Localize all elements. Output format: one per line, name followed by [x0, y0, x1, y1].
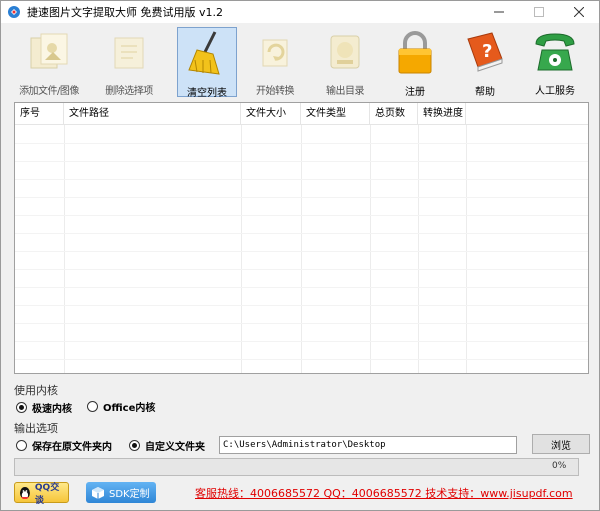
column-header-path[interactable]: 文件路径 — [64, 103, 241, 125]
radio-checked-icon — [16, 402, 27, 413]
conversion-progress-bar — [14, 458, 579, 476]
register-label: 注册 — [405, 87, 425, 98]
qq-chat-label: QQ交谈 — [34, 482, 60, 506]
human-service-label: 人工服务 — [535, 86, 575, 97]
engine-fast-radio[interactable]: 极速内核 — [16, 400, 72, 415]
engine-fast-label: 极速内核 — [32, 404, 72, 415]
window-title: 捷速图片文字提取大师 免费试用版 v1.2 — [27, 6, 223, 19]
convert-icon — [251, 29, 299, 74]
toolbar: 添加文件/图像 删除选择项 清空列表 开始转换 输出目录 注册 ? 帮助 人工服… — [1, 23, 599, 99]
radio-unchecked-icon — [16, 440, 27, 451]
column-header-progress[interactable]: 转换进度 — [418, 103, 466, 125]
close-button[interactable] — [559, 1, 599, 23]
qq-chat-button[interactable]: QQ交谈 — [14, 482, 69, 506]
minimize-icon — [494, 11, 504, 13]
progress-percent: 0% — [552, 461, 567, 471]
column-header-type[interactable]: 文件类型 — [301, 103, 370, 125]
output-dir-label: 输出目录 — [326, 86, 365, 97]
maximize-icon — [534, 7, 544, 17]
radio-checked-icon — [129, 440, 140, 451]
engine-office-radio[interactable]: Office内核 — [87, 399, 155, 414]
browse-button[interactable]: 浏览 — [532, 434, 590, 454]
column-header-index[interactable]: 序号 — [15, 103, 64, 125]
window-controls — [479, 1, 599, 23]
svg-text:?: ? — [482, 41, 492, 62]
close-icon — [574, 7, 584, 17]
start-convert-label: 开始转换 — [256, 86, 295, 97]
service-hotline-link[interactable]: 客服热线：4006685572 QQ：4006685572 技术支持：www.j… — [195, 485, 595, 501]
column-header-size[interactable]: 文件大小 — [241, 103, 301, 125]
start-convert-button[interactable]: 开始转换 — [245, 27, 305, 97]
delete-selected-label: 删除选择项 — [105, 86, 153, 97]
app-window: 捷速图片文字提取大师 免费试用版 v1.2 添加文件/图像 删除选择项 清空列表… — [0, 0, 600, 511]
human-service-button[interactable]: 人工服务 — [525, 27, 585, 97]
minimize-button[interactable] — [479, 1, 519, 23]
help-label: 帮助 — [475, 87, 495, 98]
qq-penguin-icon — [19, 486, 30, 499]
app-logo-icon — [7, 5, 21, 19]
file-list-table[interactable]: 序号 文件路径 文件大小 文件类型 总页数 转换进度 — [14, 102, 589, 374]
clear-list-label: 清空列表 — [187, 88, 227, 99]
engine-office-label: Office内核 — [103, 403, 156, 414]
delete-icon — [105, 29, 153, 74]
broom-icon — [183, 30, 231, 76]
add-file-label: 添加文件/图像 — [19, 86, 79, 97]
output-dir-button[interactable]: 输出目录 — [315, 27, 375, 97]
output-original-folder-label: 保存在原文件夹内 — [32, 442, 112, 453]
table-header: 序号 文件路径 文件大小 文件类型 总页数 转换进度 — [15, 103, 588, 125]
sdk-custom-label: SDK定制 — [109, 489, 150, 500]
folder-icon — [321, 29, 369, 74]
sdk-cube-icon — [92, 486, 104, 499]
sdk-custom-button[interactable]: SDK定制 — [86, 482, 156, 503]
maximize-button[interactable] — [519, 1, 559, 23]
radio-unchecked-icon — [87, 401, 98, 412]
output-section-label: 输出选项 — [14, 422, 58, 435]
title-bar: 捷速图片文字提取大师 免费试用版 v1.2 — [1, 1, 599, 23]
engine-section-label: 使用内核 — [14, 384, 58, 397]
add-file-icon — [25, 29, 73, 74]
column-header-pages[interactable]: 总页数 — [370, 103, 418, 125]
delete-selected-button[interactable]: 删除选择项 — [99, 27, 159, 97]
add-file-button[interactable]: 添加文件/图像 — [19, 27, 79, 97]
output-path-input[interactable]: C:\Users\Administrator\Desktop — [219, 436, 517, 454]
register-button[interactable]: 注册 — [385, 27, 445, 98]
output-original-folder-radio[interactable]: 保存在原文件夹内 — [16, 438, 112, 453]
clear-list-button[interactable]: 清空列表 — [177, 27, 237, 99]
output-custom-folder-label: 自定义文件夹 — [145, 442, 205, 453]
help-book-icon: ? — [461, 29, 509, 75]
phone-icon — [531, 29, 579, 74]
help-button[interactable]: ? 帮助 — [455, 27, 515, 98]
lock-icon — [391, 29, 439, 75]
output-custom-folder-radio[interactable]: 自定义文件夹 — [129, 438, 205, 453]
table-body — [15, 125, 588, 373]
